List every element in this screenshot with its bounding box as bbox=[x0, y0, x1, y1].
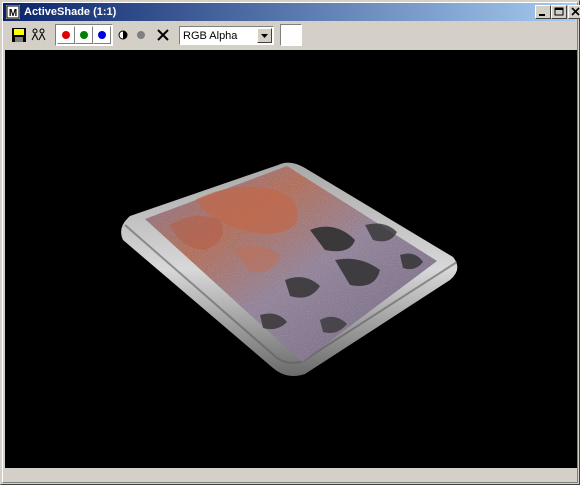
clear-x-icon bbox=[157, 29, 169, 41]
maximize-icon bbox=[554, 7, 564, 16]
save-button[interactable] bbox=[9, 25, 29, 45]
clear-button[interactable] bbox=[153, 25, 173, 45]
chevron-down-icon bbox=[261, 34, 268, 38]
save-icon bbox=[12, 28, 26, 42]
monochrome-button[interactable] bbox=[131, 25, 151, 45]
alpha-channel-button[interactable] bbox=[113, 25, 133, 45]
green-channel-button[interactable] bbox=[75, 26, 93, 44]
red-channel-icon bbox=[62, 31, 70, 39]
close-icon bbox=[571, 7, 580, 16]
channel-toggle-group bbox=[55, 24, 113, 46]
blue-channel-icon bbox=[98, 31, 106, 39]
monochrome-icon bbox=[137, 31, 145, 39]
dropdown-arrow-button[interactable] bbox=[257, 28, 272, 43]
maximize-button[interactable] bbox=[551, 5, 567, 19]
svg-text:M: M bbox=[9, 8, 17, 19]
color-swatch[interactable] bbox=[280, 24, 302, 46]
red-channel-button[interactable] bbox=[57, 26, 75, 44]
clone-icon bbox=[31, 28, 46, 41]
close-button[interactable] bbox=[568, 5, 580, 19]
rendered-rusty-metal-plate bbox=[121, 162, 458, 376]
clone-button[interactable] bbox=[29, 25, 49, 45]
app-icon[interactable]: M bbox=[6, 5, 20, 19]
status-strip bbox=[5, 468, 577, 482]
activeshade-window: M ActiveShade (1:1) RGB Alpha bbox=[0, 0, 580, 485]
title-bar[interactable]: M ActiveShade (1:1) bbox=[3, 3, 580, 21]
blue-channel-button[interactable] bbox=[93, 26, 111, 44]
toolbar: RGB Alpha bbox=[3, 21, 575, 49]
green-channel-icon bbox=[80, 31, 88, 39]
alpha-channel-icon bbox=[118, 30, 128, 40]
display-channel-value: RGB Alpha bbox=[183, 30, 238, 42]
minimize-icon bbox=[539, 14, 545, 16]
window-title: ActiveShade (1:1) bbox=[24, 6, 117, 18]
display-channel-select[interactable]: RGB Alpha bbox=[179, 26, 274, 45]
minimize-button[interactable] bbox=[535, 5, 551, 19]
render-viewport[interactable] bbox=[5, 50, 577, 468]
